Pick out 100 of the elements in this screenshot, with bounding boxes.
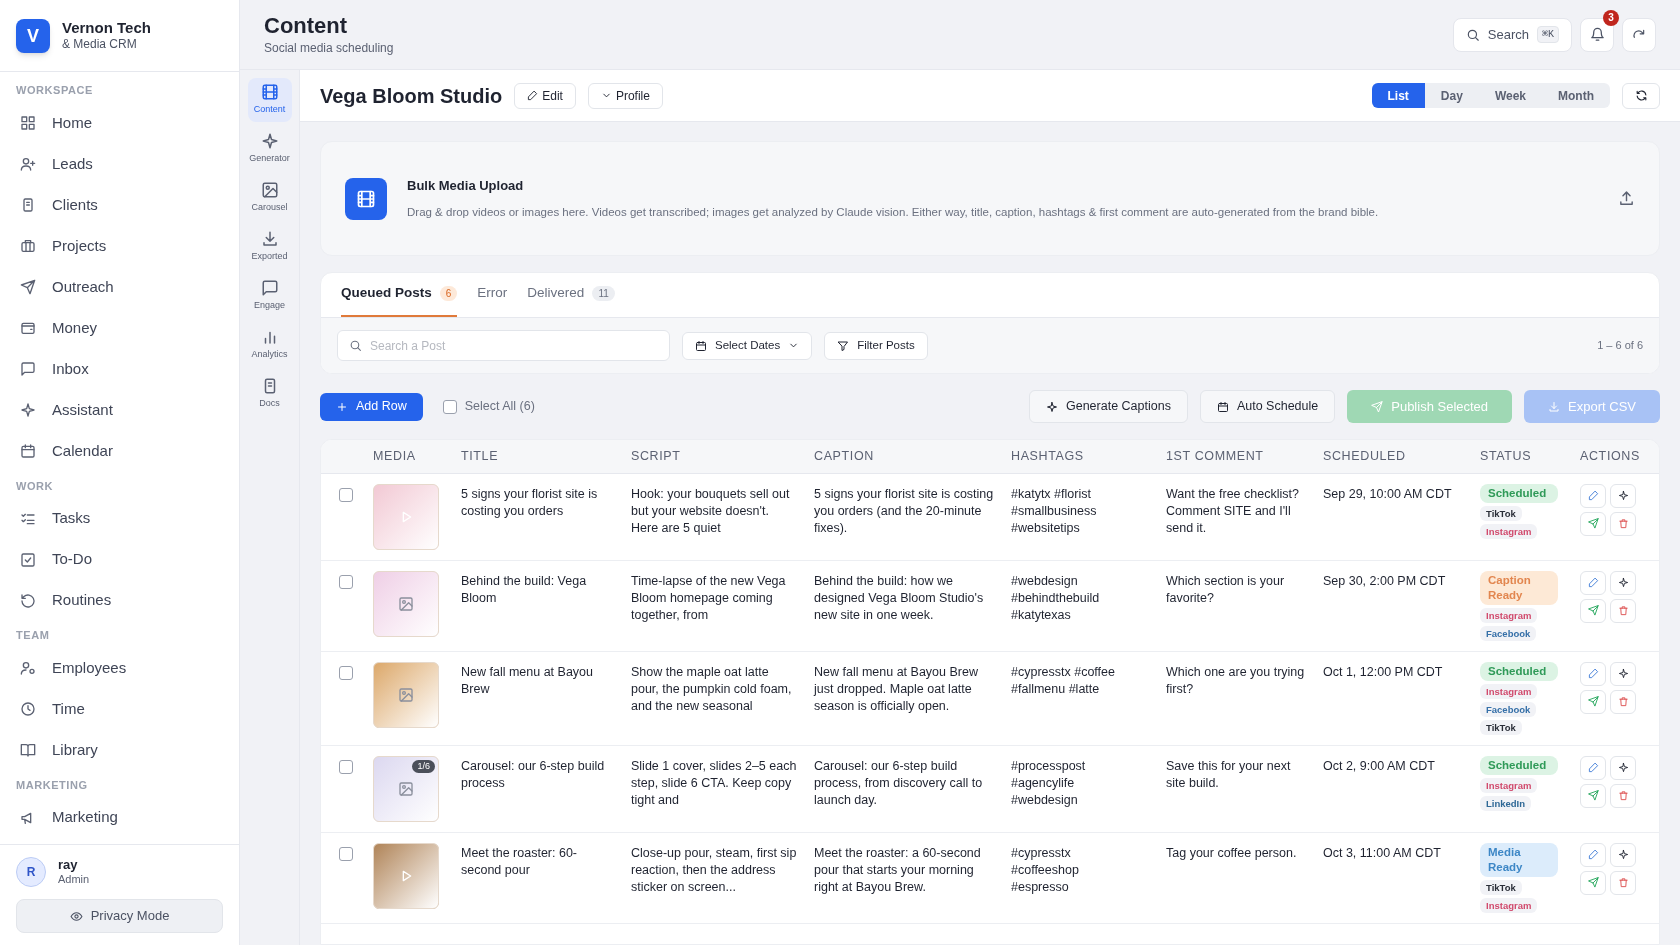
media-thumbnail[interactable] <box>373 842 439 909</box>
profile-button[interactable]: Profile <box>587 82 663 109</box>
shortcut-key: ⌘K <box>1536 26 1559 43</box>
scheduled-time: Sep 29, 10:00 AM CDT <box>1323 486 1452 501</box>
column-header: ACTIONS <box>1580 448 1640 463</box>
status-badge: Caption Ready <box>1480 570 1558 605</box>
upload-card[interactable] <box>320 141 1660 256</box>
rail-tab[interactable]: Content <box>247 78 292 122</box>
send-icon <box>1371 400 1384 413</box>
view-tab[interactable]: Month <box>1542 83 1610 108</box>
edit-button[interactable]: Edit <box>514 82 576 109</box>
column-header: MEDIA <box>373 448 416 463</box>
platform-tag: LinkedIn <box>1480 795 1532 811</box>
publish-button[interactable] <box>1580 598 1606 623</box>
publish-button[interactable] <box>1580 783 1606 808</box>
privacy-mode-button[interactable]: Privacy Mode <box>16 899 223 933</box>
sidebar-item[interactable]: Money <box>16 307 223 349</box>
refresh-button[interactable] <box>1622 82 1660 109</box>
rail-tab[interactable]: Carousel <box>247 176 292 220</box>
platform-tag: Facebook <box>1480 625 1537 641</box>
publish-button[interactable] <box>1580 689 1606 714</box>
download-icon <box>1548 400 1561 413</box>
column-header: 1ST COMMENT <box>1166 448 1264 463</box>
scheduled-time: Oct 2, 9:00 AM CDT <box>1323 758 1435 773</box>
row-checkbox[interactable] <box>339 574 353 589</box>
sidebar-item[interactable]: Outreach <box>16 266 223 308</box>
download-icon <box>260 230 279 249</box>
rail-tab[interactable]: Docs <box>247 372 292 416</box>
document-icon <box>20 197 36 213</box>
tab[interactable]: Error <box>477 273 508 317</box>
brand-subtitle: & Media CRM <box>62 37 138 53</box>
view-tab[interactable]: List <box>1371 83 1425 108</box>
calendar-icon <box>20 443 36 459</box>
search-field[interactable]: Search a Post <box>337 330 670 361</box>
sparkle-icon <box>1617 668 1629 679</box>
edit-post-button[interactable] <box>1580 842 1606 867</box>
trash-icon <box>1617 605 1629 616</box>
row-checkbox[interactable] <box>339 759 353 774</box>
sparkle-icon <box>1617 490 1629 501</box>
edit-post-button[interactable] <box>1580 755 1606 780</box>
date-picker-button[interactable]: Select Dates <box>682 331 813 360</box>
post-script: Hook: your bouquets sell out but your website doesn't. Here are 5 quiet <box>631 486 790 535</box>
sidebar-item[interactable]: To-Do <box>16 539 223 580</box>
send-icon <box>20 279 36 295</box>
edit-post-button[interactable] <box>1580 570 1606 595</box>
sidebar-item[interactable]: Routines <box>16 580 223 621</box>
search-button[interactable]: Search ⌘K <box>1452 17 1572 52</box>
film-icon <box>356 188 376 209</box>
sparkle-icon <box>1617 762 1629 773</box>
rail-tab[interactable]: Generator <box>247 127 292 171</box>
rail-tab[interactable]: Analytics <box>247 323 292 367</box>
delete-button[interactable] <box>1610 511 1636 536</box>
filter-button[interactable]: Filter Posts <box>824 331 928 360</box>
sidebar-item[interactable]: Projects <box>16 225 223 267</box>
rail-tab[interactable]: Engage <box>247 274 292 318</box>
generate-button[interactable] <box>1610 661 1636 686</box>
sidebar-item[interactable]: Tasks <box>16 498 223 539</box>
generate-button[interactable] <box>1610 570 1636 595</box>
media-thumbnail[interactable]: 1/6 <box>373 755 439 822</box>
rail-tab[interactable]: Exported <box>247 225 292 269</box>
sidebar-item[interactable]: Employees <box>16 647 223 689</box>
generate-button[interactable] <box>1610 755 1636 780</box>
media-thumbnail[interactable] <box>373 483 439 550</box>
generate-button[interactable] <box>1610 483 1636 508</box>
trash-icon <box>1617 877 1629 888</box>
delete-button[interactable] <box>1610 689 1636 714</box>
auto-schedule-button[interactable]: Auto Schedule <box>1199 390 1336 423</box>
scheduled-time: Sep 30, 2:00 PM CDT <box>1323 573 1446 588</box>
redo-button[interactable] <box>1622 17 1656 52</box>
sidebar-item[interactable]: Marketing <box>16 797 223 838</box>
tab[interactable]: Delivered 11 <box>527 273 615 317</box>
generate-button[interactable] <box>1610 842 1636 867</box>
row-checkbox[interactable] <box>339 846 353 861</box>
select-all-checkbox[interactable] <box>442 399 457 414</box>
delete-button[interactable] <box>1610 783 1636 808</box>
sidebar-item[interactable]: Clients <box>16 184 223 226</box>
sidebar-item[interactable]: Assistant <box>16 389 223 431</box>
edit-post-button[interactable] <box>1580 483 1606 508</box>
view-tab[interactable]: Day <box>1424 83 1479 108</box>
generate-captions-button[interactable]: Generate Captions <box>1029 390 1188 423</box>
sidebar-item[interactable]: Leads <box>16 143 223 185</box>
media-thumbnail[interactable] <box>373 570 439 637</box>
row-checkbox[interactable] <box>339 487 353 502</box>
media-thumbnail[interactable] <box>373 661 439 728</box>
post-title: Carousel: our 6-step build process <box>461 758 605 790</box>
delete-button[interactable] <box>1610 870 1636 895</box>
sparkle-icon <box>260 132 279 151</box>
undo-icon <box>20 592 36 609</box>
sidebar-item[interactable]: Inbox <box>16 348 223 390</box>
add-row-button[interactable]: Add Row <box>320 392 423 421</box>
row-checkbox[interactable] <box>339 665 353 680</box>
publish-button[interactable] <box>1580 870 1606 895</box>
sidebar-item[interactable]: Calendar <box>16 430 223 472</box>
publish-button[interactable] <box>1580 511 1606 536</box>
edit-post-button[interactable] <box>1580 661 1606 686</box>
view-tab[interactable]: Week <box>1478 83 1542 108</box>
sidebar-item[interactable]: Home <box>16 102 223 144</box>
delete-button[interactable] <box>1610 598 1636 623</box>
sidebar-item[interactable]: Library <box>16 729 223 771</box>
sidebar-item[interactable]: Time <box>16 688 223 730</box>
